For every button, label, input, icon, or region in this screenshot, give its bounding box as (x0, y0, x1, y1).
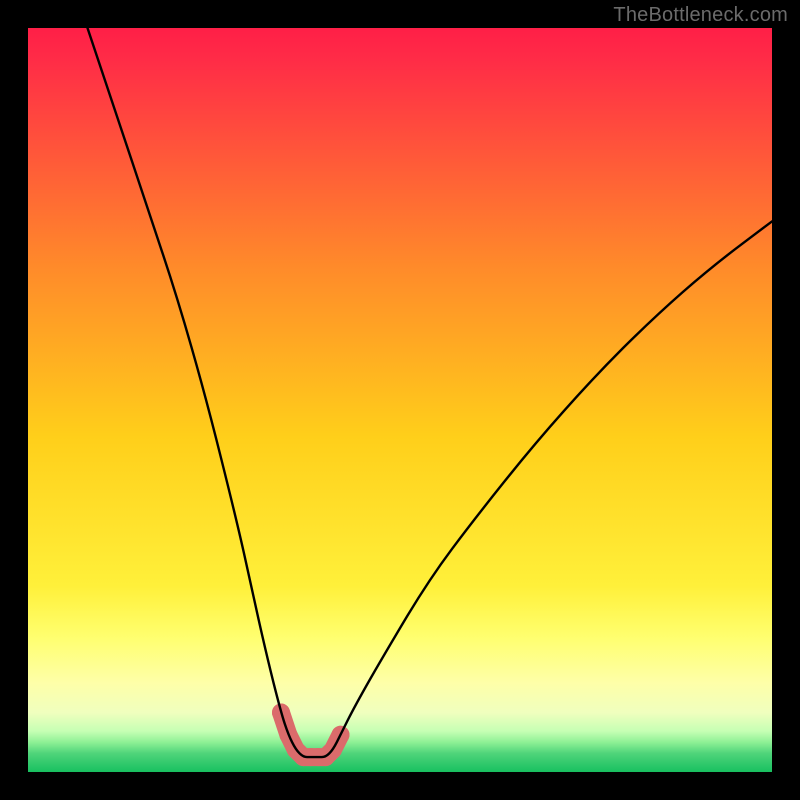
watermark-text: TheBottleneck.com (613, 4, 788, 27)
gradient-bg (28, 28, 772, 772)
chart-frame: TheBottleneck.com (0, 0, 800, 800)
plot-area (28, 28, 772, 772)
chart-svg (28, 28, 772, 772)
